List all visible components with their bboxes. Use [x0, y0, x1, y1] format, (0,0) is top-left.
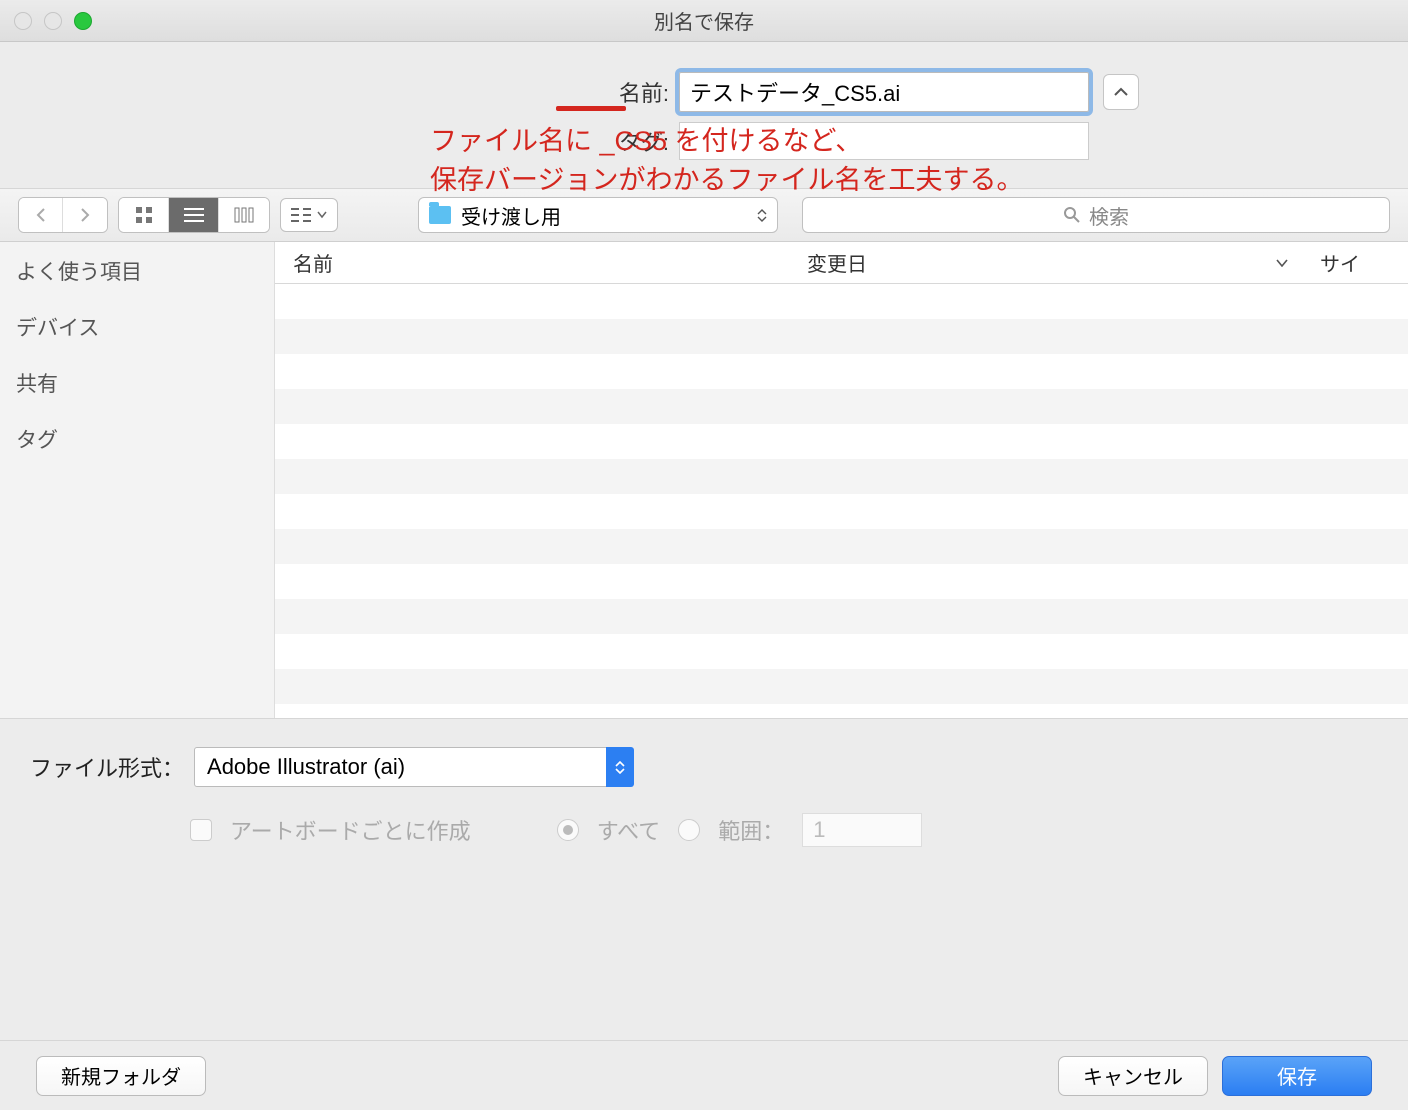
new-folder-button[interactable]: 新規フォルダ: [36, 1056, 206, 1096]
cancel-button[interactable]: キャンセル: [1058, 1056, 1208, 1096]
column-view-button[interactable]: [219, 198, 269, 232]
search-field[interactable]: 検索: [802, 197, 1390, 233]
filename-label: 名前:: [269, 76, 679, 108]
bottom-panel: ファイル形式： Adobe Illustrator (ai) アートボードごとに…: [0, 718, 1408, 1014]
format-label: ファイル形式：: [30, 751, 184, 783]
sidebar-shared[interactable]: 共有: [16, 368, 258, 398]
sidebar: よく使う項目 デバイス 共有 タグ: [0, 242, 275, 718]
column-name[interactable]: 名前: [275, 248, 795, 277]
upper-panel: 名前: タグ: ファイル名に _CS5 を付けるなど、 保存バージョンがわかるフ…: [0, 42, 1408, 184]
column-size[interactable]: サイ: [1308, 248, 1408, 277]
format-select[interactable]: Adobe Illustrator (ai): [194, 747, 624, 787]
file-rows: [275, 284, 1408, 704]
sidebar-favorites[interactable]: よく使う項目: [16, 256, 258, 286]
nav-back-forward: [18, 197, 108, 233]
titlebar: 別名で保存: [0, 0, 1408, 42]
tag-input[interactable]: [679, 122, 1089, 160]
options-row: アートボードごとに作成 すべて 範囲：: [190, 813, 1378, 847]
toolbar: 受け渡し用 検索: [0, 188, 1408, 242]
range-radio: [678, 819, 700, 841]
all-radio: [557, 819, 579, 841]
browser-body: よく使う項目 デバイス 共有 タグ 名前 変更日 サイ: [0, 242, 1408, 718]
range-label: 範囲：: [718, 814, 784, 846]
icon-view-button[interactable]: [119, 198, 169, 232]
annotation-underline: [556, 106, 626, 111]
footer: 新規フォルダ キャンセル 保存: [0, 1040, 1408, 1110]
sidebar-tags[interactable]: タグ: [16, 424, 258, 454]
list-row[interactable]: [275, 564, 1408, 599]
list-row[interactable]: [275, 599, 1408, 634]
window-title: 別名で保存: [0, 6, 1408, 35]
list-view-button[interactable]: [169, 198, 219, 232]
search-placeholder: 検索: [1089, 201, 1129, 230]
artboards-label: アートボードごとに作成: [230, 814, 471, 846]
save-button[interactable]: 保存: [1222, 1056, 1372, 1096]
all-label: すべて: [597, 814, 661, 846]
list-row[interactable]: [275, 494, 1408, 529]
format-value: Adobe Illustrator (ai): [207, 754, 405, 780]
list-row[interactable]: [275, 354, 1408, 389]
range-input: [802, 813, 922, 847]
list-row[interactable]: [275, 284, 1408, 319]
sort-descending-icon: [1276, 259, 1288, 267]
sidebar-devices[interactable]: デバイス: [16, 312, 258, 342]
column-modified[interactable]: 変更日: [795, 248, 1308, 277]
arrange-button[interactable]: [280, 198, 338, 232]
column-header: 名前 変更日 サイ: [275, 242, 1408, 284]
file-list: 名前 変更日 サイ: [275, 242, 1408, 718]
chevron-up-icon: [1114, 87, 1128, 97]
list-row[interactable]: [275, 459, 1408, 494]
artboards-checkbox: [190, 819, 212, 841]
folder-popup[interactable]: 受け渡し用: [418, 197, 778, 233]
updown-caret-icon: [757, 209, 767, 222]
list-row[interactable]: [275, 319, 1408, 354]
filename-input[interactable]: [679, 72, 1089, 112]
forward-button[interactable]: [63, 198, 107, 232]
folder-name: 受け渡し用: [461, 201, 561, 230]
select-stepper-icon[interactable]: [606, 747, 634, 787]
arrange-icon: [291, 207, 313, 223]
list-row[interactable]: [275, 634, 1408, 669]
tag-label: タグ:: [269, 125, 679, 157]
back-button[interactable]: [19, 198, 63, 232]
collapse-button[interactable]: [1103, 74, 1139, 110]
chevron-down-icon: [317, 211, 327, 219]
list-row[interactable]: [275, 529, 1408, 564]
search-icon: [1063, 206, 1081, 224]
view-mode-segment: [118, 197, 270, 233]
folder-icon: [429, 206, 451, 224]
list-row[interactable]: [275, 424, 1408, 459]
list-row[interactable]: [275, 389, 1408, 424]
list-row[interactable]: [275, 669, 1408, 704]
